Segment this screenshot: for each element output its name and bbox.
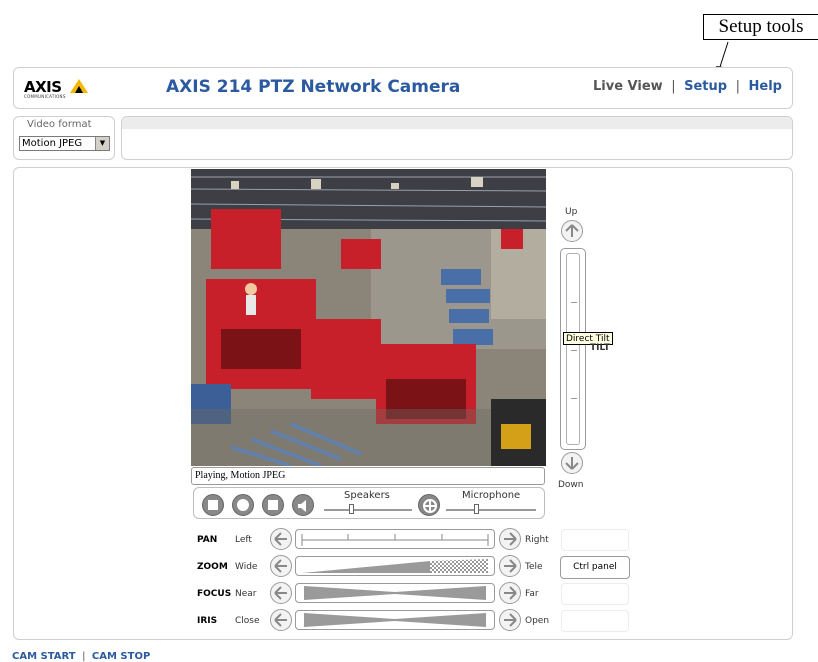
microphone-slider-knob[interactable] xyxy=(474,504,479,514)
toolbar-area xyxy=(121,116,793,160)
arrow-left-icon xyxy=(274,559,287,573)
iris-slider[interactable] xyxy=(295,610,495,630)
pan-label: PAN xyxy=(197,535,218,545)
ctrl-panel-button[interactable]: Ctrl panel xyxy=(560,556,630,579)
zoom-label: ZOOM xyxy=(197,562,228,572)
tilt-up-button[interactable] xyxy=(561,220,583,242)
tilt-up-label: Up xyxy=(565,207,578,217)
cam-stop-link[interactable]: CAM STOP xyxy=(92,651,150,662)
nav-live-view[interactable]: Live View xyxy=(593,79,663,94)
focus-near-label: Near xyxy=(235,589,257,599)
arrow-up-icon xyxy=(565,224,579,237)
speakers-slider-track[interactable] xyxy=(324,509,412,511)
nav-setup[interactable]: Setup xyxy=(684,79,727,94)
footer-links: CAM START | CAM STOP xyxy=(12,651,151,662)
zoom-tele-button[interactable] xyxy=(499,555,521,577)
arrow-right-icon xyxy=(504,613,517,627)
axis-logo-triangle-icon xyxy=(70,79,88,93)
iris-open-label: Open xyxy=(525,616,550,626)
chevron-down-icon[interactable]: ▼ xyxy=(95,137,109,150)
cam-start-link[interactable]: CAM START xyxy=(12,651,76,662)
focus-far-label: Far xyxy=(525,589,539,599)
pan-right-button[interactable] xyxy=(499,528,521,550)
focus-slider[interactable] xyxy=(295,583,495,603)
zoom-wide-label: Wide xyxy=(235,562,258,572)
arrow-right-icon xyxy=(504,586,517,600)
speaker-icon xyxy=(298,500,306,512)
window-icon xyxy=(268,500,278,510)
video-format-select[interactable]: Motion JPEG ▼ xyxy=(19,136,110,151)
microphone-icon xyxy=(423,499,437,513)
iris-extra-area xyxy=(561,610,629,632)
video-format-box: Video format Motion JPEG ▼ xyxy=(13,116,115,160)
player-controls: Speakers Microphone xyxy=(193,487,545,519)
tilt-down-button[interactable] xyxy=(561,452,583,474)
arrow-right-icon xyxy=(504,532,517,546)
iris-close-label: Close xyxy=(235,616,260,626)
arrow-left-icon xyxy=(274,613,287,627)
tilt-down-label: Down xyxy=(558,480,584,490)
pan-left-label: Left xyxy=(235,535,252,545)
pan-extra-area xyxy=(561,529,629,551)
zoom-wide-button[interactable] xyxy=(270,555,292,577)
stop-button[interactable] xyxy=(202,494,224,516)
header-bar: AXIS COMMUNICATIONS AXIS 214 PTZ Network… xyxy=(13,67,793,109)
microphone-toggle-button[interactable] xyxy=(418,494,440,516)
top-nav: Live View | Setup | Help xyxy=(592,79,782,94)
axis-logo: AXIS COMMUNICATIONS xyxy=(24,77,94,103)
focus-label: FOCUS xyxy=(197,589,232,599)
nav-help[interactable]: Help xyxy=(749,79,782,94)
view-full-size-button[interactable] xyxy=(262,494,284,516)
pan-slider[interactable] xyxy=(295,529,495,549)
tilt-slider[interactable] xyxy=(560,248,586,450)
iris-open-button[interactable] xyxy=(499,609,521,631)
zoom-slider[interactable] xyxy=(295,556,495,576)
iris-label: IRIS xyxy=(197,616,218,626)
tilt-label: TILT xyxy=(590,343,610,353)
arrow-left-icon xyxy=(274,586,287,600)
focus-extra-area xyxy=(561,583,629,605)
page-title: AXIS 214 PTZ Network Camera xyxy=(166,77,461,97)
stop-icon xyxy=(208,500,218,510)
speakers-slider-knob[interactable] xyxy=(349,504,354,514)
iris-close-button[interactable] xyxy=(270,609,292,631)
arrow-left-icon xyxy=(274,532,287,546)
setup-tools-annotation: Setup tools xyxy=(703,14,818,40)
speaker-toggle-button[interactable] xyxy=(292,494,314,516)
pan-right-label: Right xyxy=(525,535,549,545)
snapshot-button[interactable] xyxy=(232,494,254,516)
focus-far-button[interactable] xyxy=(499,582,521,604)
pan-left-button[interactable] xyxy=(270,528,292,550)
video-format-label: Video format xyxy=(27,119,92,130)
arrow-right-icon xyxy=(504,559,517,573)
zoom-tele-label: Tele xyxy=(525,562,543,572)
focus-near-button[interactable] xyxy=(270,582,292,604)
arrow-down-icon xyxy=(565,457,579,470)
speakers-label: Speakers xyxy=(344,490,390,501)
playback-status: Playing, Motion JPEG xyxy=(191,467,545,485)
microphone-slider-track[interactable] xyxy=(446,509,536,511)
camera-icon xyxy=(237,499,249,511)
microphone-label: Microphone xyxy=(462,490,521,501)
live-video-image xyxy=(191,169,546,466)
